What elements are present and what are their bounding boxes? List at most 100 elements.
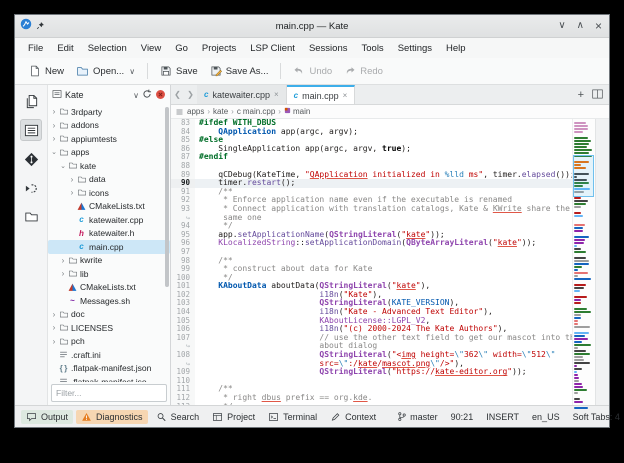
tree-expander-icon[interactable]: › <box>50 107 58 116</box>
sidebar-tool-git[interactable] <box>20 148 42 170</box>
status-soft-tabs-4[interactable]: Soft Tabs: 4 <box>573 412 620 422</box>
tab-close-icon[interactable]: × <box>274 90 279 99</box>
tree-item-.flatpak-manifest.jso[interactable]: .flatpak-manifest.jso <box>48 375 170 382</box>
tree-item-katewaiter.cpp[interactable]: c katewaiter.cpp <box>48 213 170 227</box>
tab-close-icon[interactable]: × <box>343 91 348 100</box>
tree-expander-icon[interactable]: › <box>68 175 76 184</box>
close-button[interactable]: × <box>595 20 602 32</box>
code-view[interactable]: 83 #ifdef WITH_DBUS 84 QApplication app(ar… <box>171 119 572 405</box>
breadcrumb-item-kate[interactable]: kate <box>213 107 228 116</box>
minimap[interactable] <box>572 119 595 409</box>
tree-expander-icon[interactable]: ⌄ <box>50 148 58 156</box>
tree-expander-icon[interactable]: › <box>59 269 67 278</box>
search-icon <box>156 412 167 422</box>
hamburger-icon[interactable] <box>175 108 184 116</box>
statusbar-diagnostics-button[interactable]: Diagnostics <box>76 409 148 424</box>
tab-prev-icon[interactable]: ❮ <box>171 85 184 104</box>
tree-expander-icon[interactable]: › <box>50 337 58 346</box>
minimap-viewport[interactable] <box>573 155 594 197</box>
tree-item-messages.sh[interactable]: ~ Messages.sh <box>48 294 170 308</box>
tree-item-licenses[interactable]: › LICENSES <box>48 321 170 335</box>
tab-main-cpp[interactable]: c main.cpp × <box>286 85 356 104</box>
breadcrumb-item-main-cpp[interactable]: c main.cpp <box>237 107 275 116</box>
tree-expander-icon[interactable]: › <box>50 121 58 130</box>
window-controls: ∨ ∧ × <box>558 15 602 37</box>
tree-item-label: katewaiter.cpp <box>89 214 144 225</box>
menu-projects[interactable]: Projects <box>195 40 243 57</box>
status-en-us[interactable]: en_US <box>532 412 560 422</box>
editor-scrollbar[interactable] <box>595 119 609 405</box>
project-selector-chevron-icon[interactable]: ∨ <box>133 91 139 100</box>
maximize-button[interactable]: ∧ <box>577 21 584 31</box>
tree-expander-icon[interactable]: › <box>50 323 58 332</box>
statusbar-terminal-button[interactable]: Terminal <box>263 410 322 424</box>
menu-file[interactable]: File <box>21 40 50 57</box>
tree-item-lib[interactable]: › lib <box>48 267 170 281</box>
breadcrumb-item-apps[interactable]: apps <box>187 107 204 116</box>
menu-settings[interactable]: Settings <box>391 40 439 57</box>
tree-expander-icon[interactable]: ⌄ <box>59 162 67 170</box>
tree-item-doc[interactable]: › doc <box>48 308 170 322</box>
tree-item-katewaiter.h[interactable]: h katewaiter.h <box>48 227 170 241</box>
tab-next-icon[interactable]: ❯ <box>184 85 197 104</box>
tree-item-kate[interactable]: ⌄ kate <box>48 159 170 173</box>
split-view-icon[interactable] <box>592 89 603 101</box>
menu-sessions[interactable]: Sessions <box>302 40 355 57</box>
tree-item-.flatpak-manifest.json[interactable]: { } .flatpak-manifest.json <box>48 362 170 376</box>
tree-expander-icon[interactable]: › <box>68 188 76 197</box>
sidebar-tool-projects[interactable] <box>20 119 42 141</box>
breadcrumb-item-main[interactable]: main <box>284 107 310 116</box>
project-close-icon[interactable] <box>155 89 166 102</box>
tree-item-appiumtests[interactable]: › appiumtests <box>48 132 170 146</box>
menu-go[interactable]: Go <box>168 40 195 57</box>
statusbar-output-button[interactable]: Output <box>21 409 74 424</box>
tree-item-3rdparty[interactable]: › 3rdparty <box>48 105 170 119</box>
statusbar-context-button[interactable]: Context <box>325 410 381 424</box>
status-90-21[interactable]: 90:21 <box>451 412 474 422</box>
sidebar-tool-documents[interactable] <box>20 90 42 112</box>
project-tree-scrollbar[interactable] <box>165 107 169 287</box>
project-filter-input[interactable]: Filter... <box>51 384 167 402</box>
project-reload-icon[interactable] <box>142 89 152 101</box>
tree-item-kwrite[interactable]: › kwrite <box>48 254 170 268</box>
tree-item-.craft.ini[interactable]: .craft.ini <box>48 348 170 362</box>
redo-button[interactable]: Redo <box>338 62 389 80</box>
tab-katewaiter-cpp[interactable]: c katewaiter.cpp × <box>197 85 287 104</box>
status-master[interactable]: master <box>397 411 438 422</box>
tree-item-addons[interactable]: › addons <box>48 119 170 133</box>
open-dropdown-chevron-icon[interactable]: ∨ <box>129 67 135 76</box>
redo-icon <box>344 65 356 77</box>
statusbar-project-button[interactable]: Project <box>207 410 260 424</box>
tree-item-label: kate <box>80 160 97 171</box>
tree-item-cmakelists.txt[interactable]: CMakeLists.txt <box>48 200 170 214</box>
save-as-button[interactable]: Save As... <box>204 62 275 80</box>
status-insert[interactable]: INSERT <box>486 412 519 422</box>
statusbar-search-button[interactable]: Search <box>151 410 205 424</box>
project-name[interactable]: Kate <box>65 90 84 100</box>
tree-item-pch[interactable]: › pch <box>48 335 170 349</box>
pin-icon[interactable] <box>36 17 45 35</box>
undo-button[interactable]: Undo <box>287 62 338 80</box>
menu-view[interactable]: View <box>134 40 168 57</box>
tree-item-cmakelists.txt[interactable]: CMakeLists.txt <box>48 281 170 295</box>
open-button[interactable]: Open... ∨ <box>70 62 141 80</box>
tree-expander-icon[interactable]: › <box>50 310 58 319</box>
menu-selection[interactable]: Selection <box>81 40 134 57</box>
folder-file-icon <box>76 175 87 184</box>
tree-item-apps[interactable]: ⌄ apps <box>48 146 170 160</box>
menu-edit[interactable]: Edit <box>50 40 80 57</box>
new-button[interactable]: New <box>23 62 70 80</box>
minimize-button[interactable]: ∨ <box>558 21 565 31</box>
sidebar-tool-debug[interactable] <box>20 177 42 199</box>
sidebar-tool-filesystem[interactable] <box>20 206 42 228</box>
tree-item-main.cpp[interactable]: c main.cpp <box>48 240 170 254</box>
tree-item-icons[interactable]: › icons <box>48 186 170 200</box>
menu-tools[interactable]: Tools <box>355 40 391 57</box>
save-button[interactable]: Save <box>154 62 204 80</box>
tree-expander-icon[interactable]: › <box>50 134 58 143</box>
menu-lsp-client[interactable]: LSP Client <box>243 40 302 57</box>
menu-help[interactable]: Help <box>439 40 473 57</box>
tree-expander-icon[interactable]: › <box>59 256 67 265</box>
tree-item-data[interactable]: › data <box>48 173 170 187</box>
new-tab-icon[interactable]: + <box>578 89 584 101</box>
